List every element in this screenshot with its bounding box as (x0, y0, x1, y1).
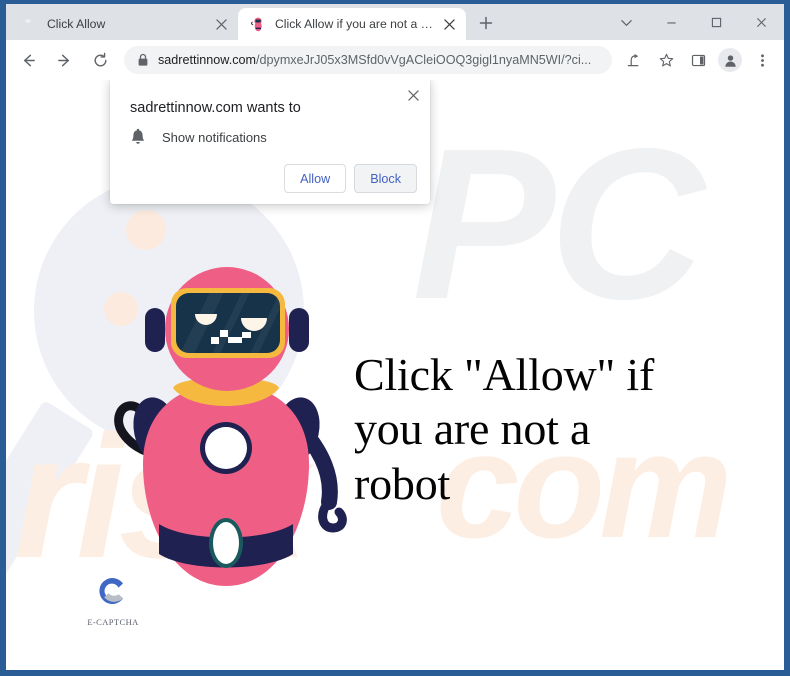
permission-label: Show notifications (162, 129, 267, 145)
browser-window: Click Allow Click Allow if you are not a… (0, 0, 790, 676)
dialog-actions: Allow Block (284, 164, 417, 193)
pink-robot-illustration (61, 266, 391, 626)
watermark-dot (126, 210, 166, 250)
close-icon[interactable] (739, 5, 784, 39)
tab-click-allow[interactable]: Click Allow (10, 8, 238, 40)
profile-avatar-icon[interactable] (718, 48, 742, 72)
dialog-title: sadrettinnow.com wants to (130, 100, 301, 116)
tab-click-allow-if-you-are-not-a-robot[interactable]: Click Allow if you are not a robot (238, 8, 466, 40)
back-arrow-icon[interactable] (13, 45, 43, 75)
e-captcha-label: E-CAPTCHA (87, 617, 139, 627)
bell-icon (130, 128, 146, 146)
page-headline: Click "Allow" if you are not a robot (354, 349, 655, 509)
allow-button[interactable]: Allow (284, 164, 347, 193)
minimize-icon[interactable] (649, 5, 694, 39)
address-bar[interactable]: sadrettinnow.com/dpymxeJrJ05x3MSfd0vVgAC… (124, 46, 612, 74)
block-button[interactable]: Block (354, 164, 417, 193)
pink-robot-icon (250, 16, 266, 32)
star-icon[interactable] (652, 46, 680, 74)
watermark-pc: PC (412, 103, 705, 344)
tab-title: Click Allow (47, 17, 106, 31)
close-icon[interactable] (402, 84, 424, 106)
tab-strip: Click Allow Click Allow if you are not a… (6, 4, 784, 40)
permission-row: Show notifications (130, 128, 267, 146)
page-content: PC risk com (6, 80, 784, 670)
red-circle-icon (22, 16, 38, 32)
e-captcha-c-logo (96, 574, 130, 613)
url-path: /dpymxeJrJ05x3MSfd0vVgACleiOOQ3gigl1nyaM… (256, 53, 592, 67)
e-captcha-badge: E-CAPTCHA (78, 574, 148, 627)
reload-icon[interactable] (85, 45, 115, 75)
forward-arrow-icon[interactable] (49, 45, 79, 75)
window-controls (604, 4, 784, 40)
chevron-down-icon[interactable] (604, 5, 649, 39)
lock-icon (137, 53, 149, 67)
notification-permission-dialog: sadrettinnow.com wants to Show notificat… (110, 80, 430, 204)
tab-title: Click Allow if you are not a robot (275, 17, 434, 31)
new-tab-button[interactable] (472, 9, 500, 37)
close-icon[interactable] (212, 15, 230, 33)
close-icon[interactable] (440, 15, 458, 33)
browser-toolbar: sadrettinnow.com/dpymxeJrJ05x3MSfd0vVgAC… (6, 40, 784, 80)
side-panel-icon[interactable] (684, 46, 712, 74)
maximize-icon[interactable] (694, 5, 739, 39)
url-domain: sadrettinnow.com (158, 53, 257, 67)
address-bar-url: sadrettinnow.com/dpymxeJrJ05x3MSfd0vVgAC… (158, 53, 600, 67)
three-dot-menu-icon[interactable] (748, 46, 776, 74)
share-icon[interactable] (620, 46, 648, 74)
